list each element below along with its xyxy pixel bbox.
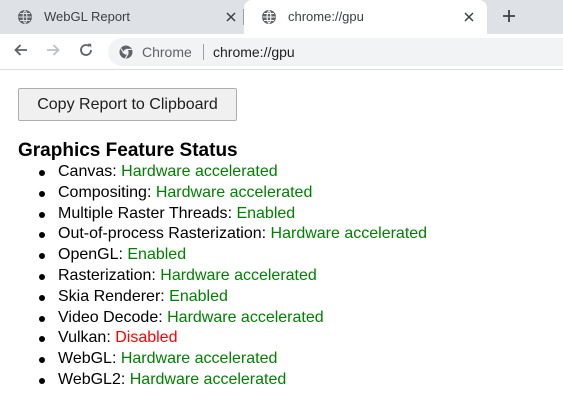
feature-item: Canvas: Hardware accelerated <box>39 162 558 183</box>
back-button[interactable] <box>11 42 31 62</box>
feature-name: WebGL <box>58 350 112 368</box>
feature-name: Compositing <box>58 183 147 201</box>
feature-status: Enabled <box>169 287 228 305</box>
tab-title: WebGL Report <box>44 9 130 24</box>
close-tab-icon[interactable] <box>223 9 239 25</box>
forward-button[interactable] <box>43 42 63 62</box>
feature-name: OpenGL <box>58 246 119 264</box>
feature-item: WebGL2: Hardware accelerated <box>39 370 558 391</box>
feature-status: Disabled <box>115 329 178 347</box>
address-bar[interactable]: Chrome chrome://gpu <box>108 38 563 66</box>
feature-status: Hardware accelerated <box>155 183 313 201</box>
feature-item: WebGL: Hardware accelerated <box>39 349 558 370</box>
feature-name: Multiple Raster Threads <box>58 204 228 222</box>
feature-status: Hardware accelerated <box>129 370 287 388</box>
new-tab-button[interactable] <box>499 8 519 28</box>
reload-icon <box>78 42 94 63</box>
tab-webgl-report[interactable]: WebGL Report <box>0 0 244 34</box>
feature-status: Hardware accelerated <box>167 308 324 326</box>
feature-name: Video Decode <box>58 308 159 326</box>
feature-status: Hardware accelerated <box>121 163 278 180</box>
feature-item: Out-of-process Rasterization: Hardware a… <box>39 224 558 245</box>
feature-name: WebGL2 <box>58 370 121 388</box>
browser-toolbar: Chrome chrome://gpu <box>0 34 563 70</box>
arrow-right-icon <box>45 42 61 63</box>
copy-report-button[interactable]: Copy Report to Clipboard <box>18 88 237 121</box>
tab-chrome-gpu[interactable]: chrome://gpu <box>244 0 487 34</box>
feature-name: Rasterization <box>58 266 152 284</box>
reload-button[interactable] <box>76 42 96 62</box>
omnibox-url[interactable]: chrome://gpu <box>213 44 295 60</box>
feature-status: Enabled <box>236 204 296 222</box>
feature-item: Multiple Raster Threads: Enabled <box>39 204 558 225</box>
feature-item: Vulkan: Disabled <box>39 328 558 349</box>
globe-icon <box>17 9 33 25</box>
feature-item: Video Decode: Hardware accelerated <box>39 308 558 329</box>
feature-name: Skia Renderer <box>58 287 161 305</box>
feature-status: Hardware accelerated <box>270 225 428 243</box>
feature-item: OpenGL: Enabled <box>39 245 558 266</box>
chrome-page-icon <box>118 44 134 60</box>
feature-status: Hardware accelerated <box>160 266 317 284</box>
feature-status: Hardware accelerated <box>120 350 278 368</box>
feature-item: Skia Renderer: Enabled <box>39 287 558 308</box>
feature-name: Canvas <box>58 163 113 180</box>
feature-name: Vulkan <box>58 329 107 347</box>
plus-icon <box>502 9 516 28</box>
omnibox-separator <box>203 44 204 60</box>
tab-title: chrome://gpu <box>288 9 364 24</box>
feature-name: Out-of-process Rasterization <box>58 225 262 243</box>
section-heading: Graphics Feature Status <box>18 140 238 161</box>
omnibox-chip: Chrome <box>142 44 192 60</box>
feature-status-list: Canvas: Hardware accelerated Compositing:… <box>39 162 558 391</box>
feature-item: Compositing: Hardware accelerated <box>39 183 558 204</box>
tab-strip: WebGL Report chrome://gpu <box>0 0 563 34</box>
feature-item: Rasterization: Hardware accelerated <box>39 266 558 287</box>
arrow-left-icon <box>13 42 29 63</box>
feature-status: Enabled <box>127 246 187 264</box>
close-tab-icon[interactable] <box>461 9 477 25</box>
globe-icon <box>261 9 277 25</box>
